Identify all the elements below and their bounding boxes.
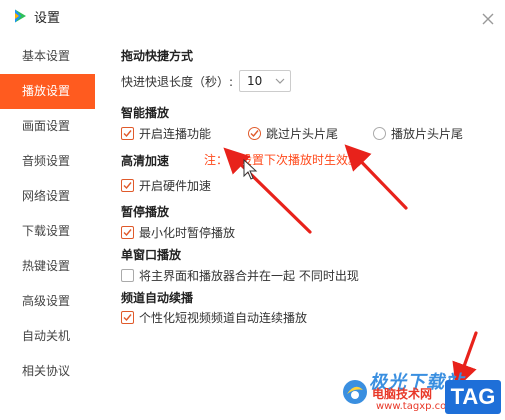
seek-length-label: 快进快退长度（秒）: [121,74,234,89]
personalized-autoplay-label: 个性化短视频频道自动连续播放 [139,311,308,325]
skip-intro-outro-option[interactable]: 跳过片头片尾 [248,125,338,142]
skip-intro-outro-radio[interactable] [248,127,261,140]
sidebar-item-download[interactable]: 下载设置 [0,214,95,249]
sidebar-item-network[interactable]: 网络设置 [0,179,95,214]
watermark-url: www.tagxp.com [376,401,456,412]
check-icon [123,130,132,138]
merge-window-label: 将主界面和播放器合并在一起 不同时出现 [139,269,359,283]
sidebar-nav: 基本设置 播放设置 画面设置 音频设置 网络设置 下载设置 热键设置 高级设置 … [0,39,95,389]
hardware-accel-label: 开启硬件加速 [139,179,212,193]
section-title-single-window: 单窗口播放 [121,248,182,262]
play-intro-outro-radio[interactable] [373,127,386,140]
merge-window-checkbox[interactable] [121,269,134,282]
sidebar-item-advanced[interactable]: 高级设置 [0,284,95,319]
section-title-channel-auto: 频道自动续播 [121,291,194,305]
app-logo-icon [15,9,26,23]
continuous-play-checkbox[interactable] [121,127,134,140]
skip-intro-outro-label: 跳过片头片尾 [266,127,339,141]
check-icon [123,314,132,322]
sidebar-item-agreements[interactable]: 相关协议 [0,354,95,389]
minimize-pause-label: 最小化时暂停播放 [139,226,236,240]
check-icon [250,130,259,138]
section-title-drag-seek: 拖动快捷方式 [121,49,194,63]
check-icon [123,182,132,190]
sidebar: 设置 基本设置 播放设置 画面设置 音频设置 网络设置 下载设置 热键设置 高级… [0,0,95,420]
personalized-autoplay-checkbox[interactable] [121,311,134,324]
hardware-accel-option[interactable]: 开启硬件加速 [121,177,211,194]
play-intro-outro-option[interactable]: 播放片头片尾 [373,125,463,142]
watermark-tag-badge: TAG [445,380,501,414]
section-title-hd-accel: 高清加速 [121,154,170,168]
app-title: 设置 [12,6,60,26]
sidebar-item-playback[interactable]: 播放设置 [0,74,95,109]
check-icon [123,229,132,237]
section-title-smart-play: 智能播放 [121,106,170,120]
hardware-accel-checkbox[interactable] [121,179,134,192]
minimize-pause-option[interactable]: 最小化时暂停播放 [121,224,235,241]
seek-length-select[interactable]: 10 [239,70,292,92]
sidebar-item-picture[interactable]: 画面设置 [0,109,95,144]
seek-length-value: 10 [247,74,263,88]
continuous-play-option[interactable]: 开启连播功能 [121,125,211,142]
app-title-text: 设置 [34,10,61,26]
continuous-play-label: 开启连播功能 [139,127,212,141]
watermark-logo-icon [343,380,367,404]
playback-settings-panel: 拖动快捷方式 快进快退长度（秒）: 10 智能播放 开启连播功能 跳过片头片尾 … [121,0,491,420]
sidebar-item-hotkey[interactable]: 热键设置 [0,249,95,284]
sidebar-item-audio[interactable]: 音频设置 [0,144,95,179]
seek-length-row: 快进快退长度（秒）: 10 [121,70,292,92]
chevron-down-icon [275,78,285,84]
play-intro-outro-label: 播放片头片尾 [391,127,464,141]
watermark-subtitle: 电脑技术网 [372,387,433,401]
sidebar-item-auto-shutdown[interactable]: 自动关机 [0,319,95,354]
hd-accel-hint: 注：该设置下次播放时生效。 [204,153,361,167]
minimize-pause-checkbox[interactable] [121,226,134,239]
section-title-pause-play: 暂停播放 [121,205,170,219]
personalized-autoplay-option[interactable]: 个性化短视频频道自动连续播放 [121,309,307,326]
sidebar-item-basic[interactable]: 基本设置 [0,39,95,74]
merge-window-option[interactable]: 将主界面和播放器合并在一起 不同时出现 [121,267,359,284]
